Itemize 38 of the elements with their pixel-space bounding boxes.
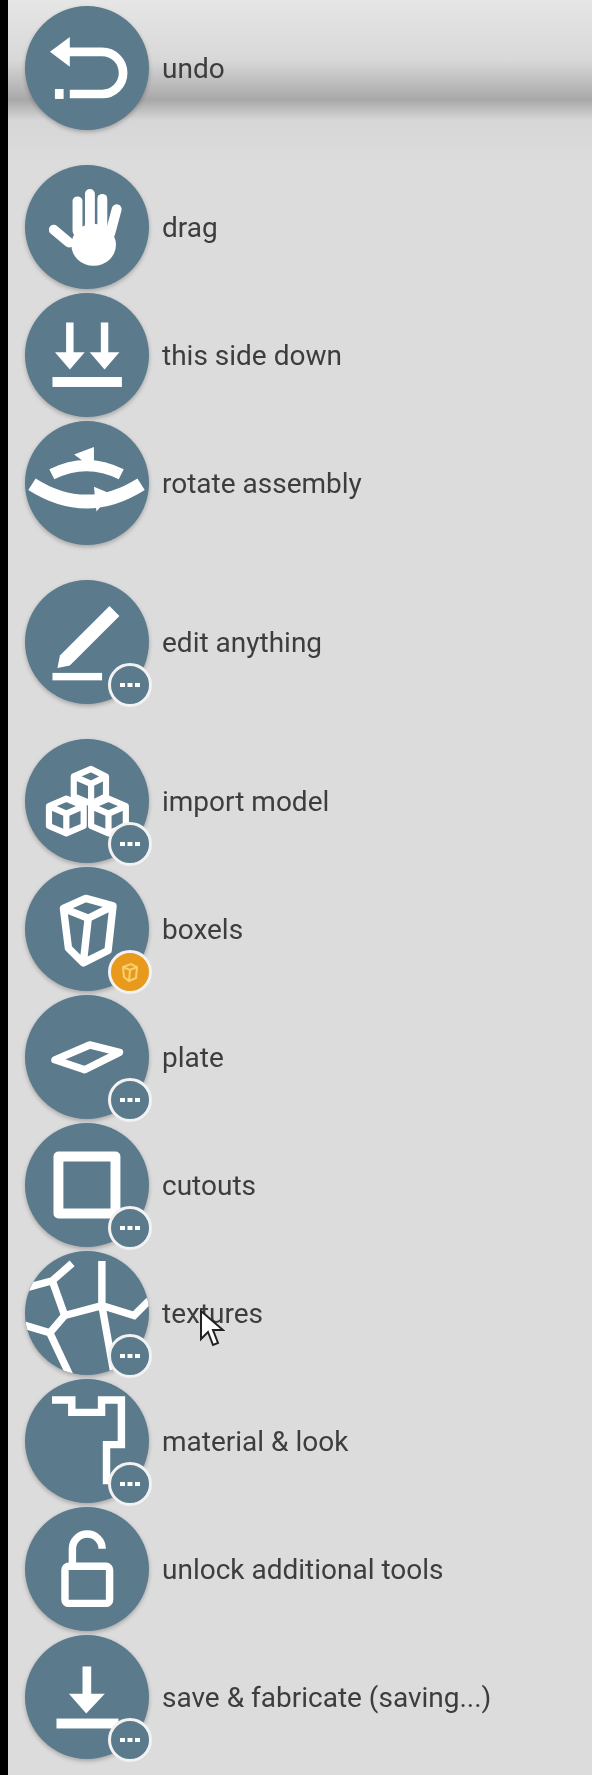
tool-label: undo: [162, 51, 225, 85]
dots-icon: [120, 841, 140, 847]
download-icon: [53, 1663, 121, 1731]
tool-button[interactable]: [25, 1251, 149, 1375]
tool-label: edit anything: [162, 625, 323, 659]
tool-label: import model: [162, 784, 330, 818]
more-badge[interactable]: [108, 1462, 152, 1506]
dots-icon: [120, 682, 140, 688]
tool-button[interactable]: [25, 1123, 149, 1247]
tool-label: drag: [162, 210, 218, 244]
dots-icon: [120, 1737, 140, 1743]
dots-icon: [120, 1097, 140, 1103]
more-badge[interactable]: [108, 1334, 152, 1378]
unlock-icon: [59, 1529, 115, 1609]
more-badge[interactable]: [108, 1206, 152, 1250]
cubes-icon: [43, 763, 131, 839]
tool-button[interactable]: [25, 1379, 149, 1503]
dots-icon: [120, 1225, 140, 1231]
tool-button[interactable]: [25, 995, 149, 1119]
tool-label: material & look: [162, 1424, 349, 1458]
tool-label: rotate assembly: [162, 466, 362, 500]
more-badge[interactable]: [108, 1078, 152, 1122]
more-badge[interactable]: [108, 822, 152, 866]
arrows-down-icon: [49, 320, 125, 390]
tool-label: plate: [162, 1040, 224, 1074]
plate-icon: [49, 1039, 125, 1075]
premium-badge[interactable]: [108, 950, 152, 994]
dots-icon: [120, 1353, 140, 1359]
dots-icon: [120, 1481, 140, 1487]
tool-button[interactable]: [25, 867, 149, 991]
more-badge[interactable]: [108, 663, 152, 707]
more-badge[interactable]: [108, 1718, 152, 1762]
tool-label: boxels: [162, 912, 244, 946]
tool-label: cutouts: [162, 1168, 256, 1202]
tool-label: this side down: [162, 338, 342, 372]
tool-label: save & fabricate (saving...): [162, 1680, 492, 1714]
tool-label: unlock additional tools: [162, 1552, 444, 1586]
square-icon: [51, 1149, 123, 1221]
